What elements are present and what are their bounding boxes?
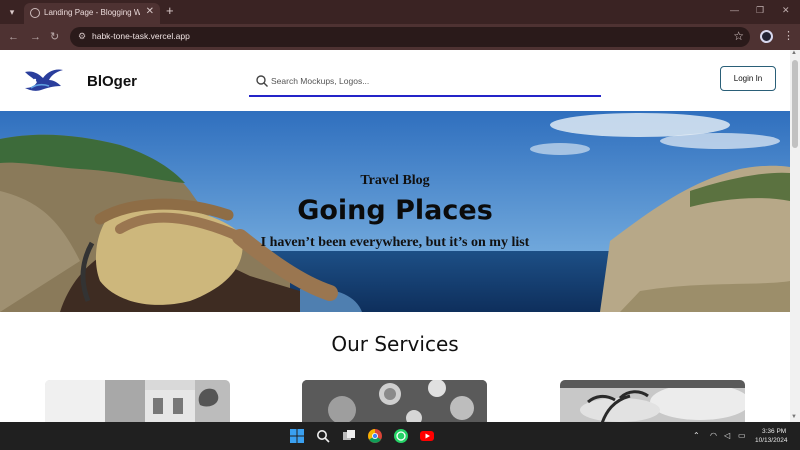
login-button[interactable]: Login In (720, 66, 776, 91)
hero-kicker: Travel Blog (360, 173, 430, 188)
back-arrow-icon[interactable]: ← (8, 30, 19, 44)
page-scrollbar[interactable]: ▲ ▼ (790, 50, 800, 422)
battery-icon[interactable]: ▭ (738, 431, 746, 440)
task-view-icon[interactable] (342, 429, 356, 443)
restore-icon[interactable]: ❐ (756, 5, 764, 16)
search-icon (256, 75, 268, 87)
service-card-image[interactable] (302, 380, 487, 422)
windows-start-icon[interactable] (290, 429, 304, 443)
more-menu-icon[interactable]: ⋮ (783, 29, 794, 42)
close-tab-icon[interactable]: ✕ (146, 6, 154, 17)
bookmark-star-icon[interactable]: ☆ (733, 29, 744, 43)
hero-tagline: I haven’t been everywhere, but it’s on m… (260, 235, 530, 250)
volume-icon[interactable]: ◁ (724, 431, 730, 440)
close-window-icon[interactable]: ✕ (782, 5, 790, 16)
scroll-up-arrow-icon[interactable]: ▲ (791, 50, 797, 56)
search-input[interactable] (271, 72, 591, 90)
site-info-icon[interactable]: ⚙ (78, 31, 90, 43)
hero-title: Going Places (297, 195, 493, 226)
web-page: BlOger Login In (0, 50, 790, 422)
browser-toolbar: ← → ↻ ⚙ habk-tone-task.vercel.app ☆ ⋮ (0, 24, 800, 50)
profile-avatar-icon[interactable] (760, 30, 773, 43)
tab-title: Landing Page - Blogging Website (44, 8, 140, 17)
globe-icon (30, 8, 40, 18)
service-card-image[interactable] (560, 380, 745, 422)
wifi-icon[interactable]: ◠ (710, 431, 717, 440)
minimize-icon[interactable]: — (730, 5, 739, 15)
forward-arrow-icon[interactable]: → (30, 30, 41, 44)
tab-search-chevron-icon[interactable]: ▾ (4, 4, 20, 20)
search-bar[interactable] (249, 66, 601, 97)
browser-tab-active[interactable]: Landing Page - Blogging Website ✕ (24, 3, 160, 24)
whatsapp-icon[interactable] (394, 429, 408, 443)
service-card-image[interactable] (45, 380, 230, 422)
taskbar-time[interactable]: 3:36 PM (762, 428, 786, 435)
service-image-palm (560, 380, 745, 422)
show-hidden-icons-chevron-icon[interactable]: ⌃ (693, 431, 700, 440)
service-image-street (45, 380, 230, 422)
windows-taskbar: ⌃ ◠ ◁ ▭ 3:36 PM 10/13/2024 (0, 422, 800, 450)
browser-tab-strip: ▾ Landing Page - Blogging Website ✕ + — … (0, 0, 800, 24)
url-text[interactable]: habk-tone-task.vercel.app (92, 31, 190, 41)
service-image-food (302, 380, 487, 422)
site-header: BlOger Login In (0, 50, 790, 111)
scrollbar-thumb[interactable] (792, 60, 798, 148)
brand-name[interactable]: BlOger (87, 73, 137, 90)
address-bar[interactable]: ⚙ habk-tone-task.vercel.app ☆ (70, 27, 750, 47)
taskbar-search-icon[interactable] (316, 429, 330, 443)
bird-logo-icon[interactable] (23, 66, 65, 94)
services-heading: Our Services (331, 332, 459, 356)
scroll-down-arrow-icon[interactable]: ▼ (791, 414, 797, 420)
youtube-icon[interactable] (420, 429, 434, 443)
hero-banner: Travel Blog Going Places I haven’t been … (0, 111, 790, 312)
taskbar-date[interactable]: 10/13/2024 (755, 437, 788, 444)
new-tab-button[interactable]: + (166, 4, 174, 18)
reload-icon[interactable]: ↻ (50, 30, 59, 44)
chrome-icon[interactable] (368, 429, 382, 443)
